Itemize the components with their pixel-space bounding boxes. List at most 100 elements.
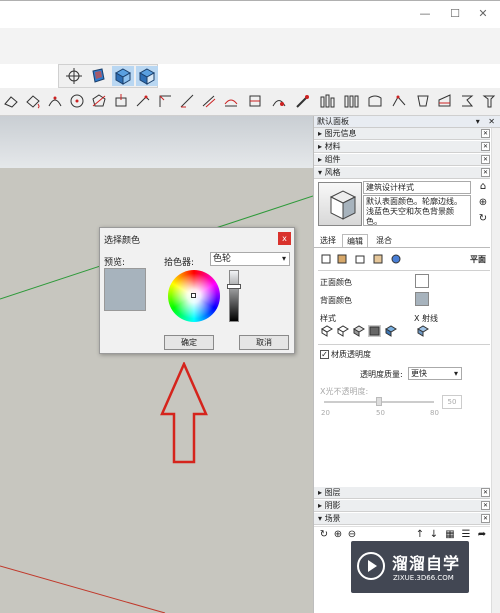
section-materials[interactable]: ▸ 材料 ✕ <box>314 141 490 153</box>
drawing-toolbar <box>0 88 500 116</box>
wheel-marker[interactable] <box>191 293 196 298</box>
modeling-settings-icon[interactable] <box>390 253 402 265</box>
section-styles[interactable]: ▾ 风格 ✕ <box>314 167 490 179</box>
rotate-tool-icon[interactable] <box>246 92 264 110</box>
move-down-icon[interactable]: ↓ <box>428 529 440 541</box>
back-color-swatch[interactable] <box>415 292 429 306</box>
xray-label: X 射线 <box>414 314 439 323</box>
section-scenes[interactable]: ▾ 场景 ✕ <box>314 513 490 525</box>
brightness-slider-thumb[interactable] <box>227 284 241 289</box>
style-thumbnail[interactable] <box>318 182 362 226</box>
perspective-view-icon[interactable] <box>136 66 158 86</box>
move-tool-icon[interactable] <box>222 92 240 110</box>
material-transparency-checkbox[interactable]: ✓ <box>320 350 329 359</box>
paint-bucket-icon[interactable] <box>24 92 42 110</box>
circle-tool-icon[interactable] <box>68 92 86 110</box>
back-color-label: 背面颜色 <box>320 296 352 305</box>
front-color-swatch[interactable] <box>415 274 429 288</box>
close-icon[interactable]: ✕ <box>481 501 490 510</box>
axes-tool-icon[interactable] <box>390 92 408 110</box>
section-label: 图层 <box>324 488 341 497</box>
dialog-close-button[interactable]: x <box>278 232 291 245</box>
home-style-icon[interactable]: ⌂ <box>477 181 489 193</box>
hidden-line-style-icon[interactable] <box>336 325 349 337</box>
close-icon[interactable]: ✕ <box>481 488 490 497</box>
section-plane-icon[interactable] <box>436 92 454 110</box>
close-icon[interactable]: ✕ <box>481 129 490 138</box>
create-style-icon[interactable]: ⊕ <box>477 197 489 209</box>
add-scene-icon[interactable]: ⊕ <box>332 529 344 541</box>
walk-tool-icon[interactable] <box>458 92 476 110</box>
watermark-url: ZIXUE.3D66.COM <box>393 574 454 582</box>
color-picker-select[interactable]: 色轮 ▾ <box>210 252 290 266</box>
play-logo-icon <box>357 552 385 580</box>
tape-measure-icon[interactable] <box>294 92 312 110</box>
line-tool-icon[interactable] <box>156 92 174 110</box>
iso-view-icon[interactable] <box>112 66 134 86</box>
xray-opacity-value[interactable]: 50 <box>442 395 462 409</box>
wireframe-style-icon[interactable] <box>320 325 333 337</box>
minimize-button[interactable]: — <box>418 7 432 21</box>
ok-button[interactable]: 确定 <box>164 335 214 350</box>
close-icon[interactable]: ✕ <box>481 514 490 523</box>
style-label: 样式 <box>320 314 336 323</box>
scale-tool-icon[interactable] <box>270 92 288 110</box>
eraser-tool-icon[interactable] <box>2 92 20 110</box>
section-components[interactable]: ▸ 组件 ✕ <box>314 154 490 166</box>
pushpull-tool-icon[interactable] <box>112 92 130 110</box>
maximize-button[interactable]: ☐ <box>448 7 462 21</box>
tab-edit[interactable]: 编辑 <box>342 234 368 248</box>
style-description-field[interactable]: 默认表面颜色。轮廓边线。浅蓝色天空和灰色背景颜色。 <box>363 195 471 226</box>
xray-opacity-thumb[interactable] <box>376 397 382 406</box>
xray-toggle-icon[interactable] <box>416 325 429 337</box>
section-label: 阴影 <box>324 501 341 510</box>
brightness-slider[interactable] <box>229 270 239 322</box>
color-wheel[interactable] <box>168 270 220 322</box>
transparency-quality-select[interactable]: 更快 ▾ <box>408 367 462 380</box>
preview-swatch <box>104 268 146 311</box>
close-icon[interactable]: ✕ <box>481 168 490 177</box>
view-options-icon[interactable]: ▦ <box>444 529 456 541</box>
expand-icon[interactable]: ➦ <box>476 529 488 541</box>
refresh-icon[interactable]: ↻ <box>318 529 330 541</box>
follow-me-icon[interactable] <box>134 92 152 110</box>
close-icon[interactable]: ✕ <box>481 142 490 151</box>
dimension-tool-icon[interactable] <box>318 92 336 110</box>
material-transparency-label: 材质透明度 <box>331 350 371 359</box>
section-entity-info[interactable]: ▸ 图元信息 ✕ <box>314 128 490 140</box>
tab-mix[interactable]: 混合 <box>372 234 396 248</box>
watermark-settings-icon[interactable] <box>372 253 384 265</box>
tab-select[interactable]: 选择 <box>316 234 340 248</box>
background-settings-icon[interactable] <box>354 253 366 265</box>
tray-scrollbar[interactable] <box>491 128 500 613</box>
style-name-field[interactable]: 建筑设计样式 <box>363 181 471 194</box>
monochrome-style-icon[interactable] <box>384 325 397 337</box>
update-style-icon[interactable]: ↻ <box>477 213 489 225</box>
section-shadows[interactable]: ▸ 阴影 ✕ <box>314 500 490 512</box>
close-icon[interactable]: ✕ <box>481 155 490 164</box>
arc-tool-icon[interactable] <box>46 92 64 110</box>
camera-toolbar <box>58 64 158 88</box>
tray-title-buttons[interactable]: ▾ ✕ <box>476 116 498 128</box>
text-tool-icon[interactable] <box>366 92 384 110</box>
standard-view-icon[interactable] <box>87 66 109 86</box>
freehand-tool-icon[interactable] <box>178 92 196 110</box>
look-around-icon[interactable] <box>480 92 498 110</box>
textured-style-icon[interactable] <box>368 325 381 337</box>
section-label: 场景 <box>324 514 341 523</box>
edge-settings-icon[interactable] <box>320 253 332 265</box>
quality-value: 更快 <box>411 369 427 378</box>
move-up-icon[interactable]: ↑ <box>414 529 426 541</box>
cancel-button[interactable]: 取消 <box>239 335 289 350</box>
details-icon[interactable]: ☰ <box>460 529 472 541</box>
section-layers[interactable]: ▸ 图层 ✕ <box>314 487 490 499</box>
polygon-tool-icon[interactable] <box>90 92 108 110</box>
remove-scene-icon[interactable]: ⊖ <box>346 529 358 541</box>
protractor-icon[interactable] <box>342 92 360 110</box>
3d-text-icon[interactable] <box>414 92 432 110</box>
face-settings-icon[interactable] <box>336 253 348 265</box>
close-window-button[interactable]: ✕ <box>476 7 490 21</box>
offset-tool-icon[interactable] <box>200 92 218 110</box>
orbit-crosshair-icon[interactable] <box>63 66 85 86</box>
shaded-style-icon[interactable] <box>352 325 365 337</box>
